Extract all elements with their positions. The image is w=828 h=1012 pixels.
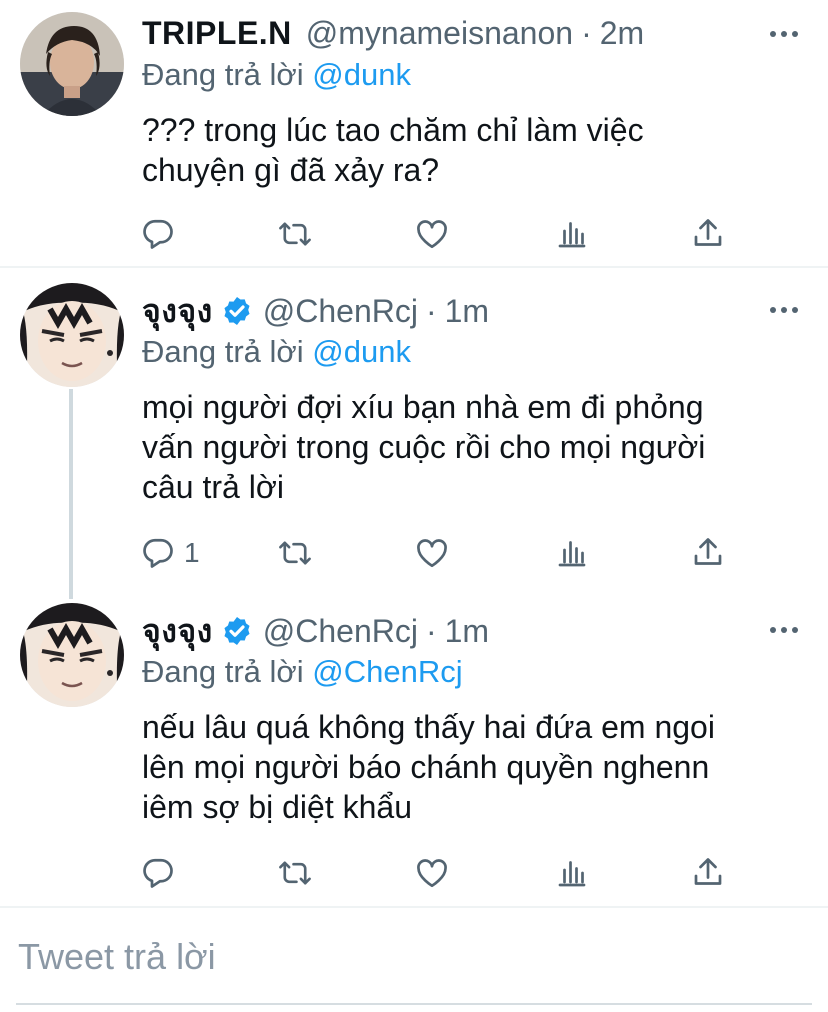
- like-icon: [414, 855, 450, 891]
- tweet-text-line: nếu lâu quá không thấy hai đứa em ngoi: [142, 709, 715, 745]
- analytics-icon: [554, 535, 590, 571]
- like-button[interactable]: [414, 533, 450, 573]
- tweet-text-line: ??? trong lúc tao chăm chỉ làm việc: [142, 112, 644, 148]
- tweet-actions: [140, 853, 740, 893]
- share-icon: [690, 855, 726, 891]
- like-icon: [414, 216, 450, 252]
- analytics-button[interactable]: [554, 533, 590, 573]
- user-handle[interactable]: @ChenRcj: [263, 613, 418, 650]
- tweet[interactable]: จุงจุง @ChenRcj · 1m Đang trả lời @dunk …: [0, 268, 828, 599]
- tweet[interactable]: TRIPLE.N @mynameisnanon · 2m Đang trả lờ…: [0, 0, 828, 266]
- retweet-icon: [276, 855, 314, 891]
- more-icon[interactable]: [770, 307, 798, 313]
- user-handle[interactable]: @ChenRcj: [263, 293, 418, 330]
- separator-dot: ·: [425, 612, 437, 649]
- thread-line: [69, 389, 73, 599]
- retweet-button[interactable]: [276, 533, 314, 573]
- avatar[interactable]: [20, 283, 124, 387]
- share-icon: [690, 216, 726, 252]
- like-button[interactable]: [414, 853, 450, 893]
- verified-badge-icon: [221, 615, 253, 647]
- share-icon: [690, 535, 726, 571]
- retweet-icon: [276, 216, 314, 252]
- like-icon: [414, 535, 450, 571]
- replying-to: Đang trả lời @dunk: [142, 334, 411, 370]
- avatar[interactable]: [20, 12, 124, 116]
- tweet-actions: [140, 214, 740, 254]
- avatar[interactable]: [20, 603, 124, 707]
- tweet-text: mọi người đợi xíu bạn nhà em đi phỏng vấ…: [142, 387, 802, 507]
- display-name[interactable]: จุงจุง: [142, 286, 213, 337]
- tweet-text-line: lên mọi người báo chánh quyền nghenn: [142, 749, 710, 785]
- replying-mention-link[interactable]: @ChenRcj: [312, 654, 462, 689]
- separator-dot: ·: [425, 292, 437, 329]
- share-button[interactable]: [690, 853, 726, 893]
- display-name[interactable]: TRIPLE.N: [142, 15, 292, 52]
- reply-button[interactable]: [140, 214, 184, 254]
- tweet-text-line: iêm sợ bị diệt khẩu: [142, 789, 412, 825]
- replying-prefix: Đang trả lời: [142, 334, 304, 369]
- separator-dot: ·: [581, 14, 592, 51]
- reply-button[interactable]: [140, 853, 184, 893]
- replying-prefix: Đang trả lời: [142, 57, 304, 92]
- divider: [0, 906, 828, 908]
- more-icon[interactable]: [770, 31, 798, 37]
- retweet-icon: [276, 535, 314, 571]
- tweet-actions: 1: [140, 533, 740, 573]
- tweet-text-line: chuyện gì đã xảy ra?: [142, 152, 440, 188]
- replying-mention-link[interactable]: @dunk: [312, 57, 411, 92]
- timestamp[interactable]: 1m: [445, 613, 489, 650]
- tweet-text-line: câu trả lời: [142, 469, 284, 505]
- reply-composer-input[interactable]: Tweet trả lời: [18, 936, 216, 978]
- reply-icon: [140, 216, 176, 252]
- retweet-button[interactable]: [276, 214, 314, 254]
- tweet-text-line: vấn người trong cuộc rồi cho mọi người: [142, 429, 706, 465]
- tweet-text: nếu lâu quá không thấy hai đứa em ngoi l…: [142, 707, 802, 827]
- share-button[interactable]: [690, 214, 726, 254]
- replying-to: Đang trả lời @ChenRcj: [142, 654, 463, 690]
- analytics-button[interactable]: [554, 853, 590, 893]
- verified-badge-icon: [221, 295, 253, 327]
- more-icon[interactable]: [770, 627, 798, 633]
- replying-prefix: Đang trả lời: [142, 654, 304, 689]
- share-button[interactable]: [690, 533, 726, 573]
- analytics-button[interactable]: [554, 214, 590, 254]
- retweet-button[interactable]: [276, 853, 314, 893]
- reply-button[interactable]: 1: [140, 533, 200, 573]
- reply-icon: [140, 535, 176, 571]
- timestamp[interactable]: 2m: [600, 15, 644, 52]
- user-handle[interactable]: @mynameisnanon: [306, 15, 573, 52]
- tweet-text-line: mọi người đợi xíu bạn nhà em đi phỏng: [142, 389, 704, 425]
- replying-to: Đang trả lời @dunk: [142, 57, 411, 93]
- timestamp[interactable]: 1m: [445, 293, 489, 330]
- display-name[interactable]: จุงจุง: [142, 606, 213, 657]
- analytics-icon: [554, 855, 590, 891]
- tweet[interactable]: จุงจุง @ChenRcj · 1m Đang trả lời @ChenR…: [0, 588, 828, 906]
- reply-icon: [140, 855, 176, 891]
- like-button[interactable]: [414, 214, 450, 254]
- reply-count: 1: [184, 537, 200, 568]
- replying-mention-link[interactable]: @dunk: [312, 334, 411, 369]
- analytics-icon: [554, 216, 590, 252]
- tweet-text: ??? trong lúc tao chăm chỉ làm việc chuy…: [142, 110, 802, 190]
- composer-underline: [16, 1003, 812, 1005]
